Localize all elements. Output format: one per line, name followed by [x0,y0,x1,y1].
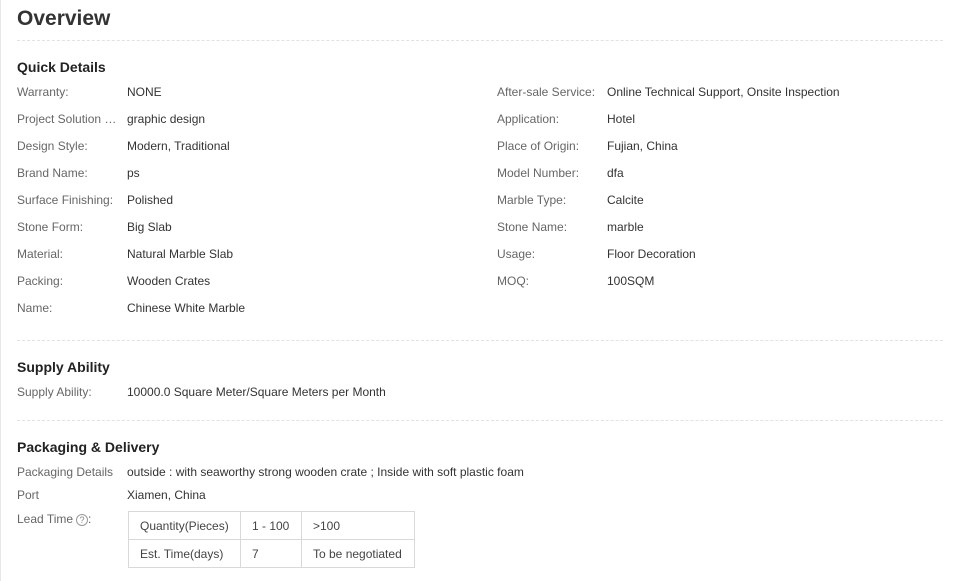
lead-time-colon: : [88,512,92,526]
lead-time-label: Lead Time [17,512,74,526]
detail-value: dfa [607,166,624,180]
detail-label: After-sale Service: [497,85,596,99]
detail-value: Hotel [607,112,636,126]
divider [17,420,943,421]
detail-label: Project Solution Ca... [17,112,125,126]
detail-value: 100SQM [607,274,655,288]
detail-label: MOQ: [497,274,529,288]
table-cell: Quantity(Pieces) [128,511,241,540]
detail-label: Stone Name: [497,220,568,234]
question-circle-icon[interactable]: ? [76,513,89,526]
detail-value: Fujian, China [607,139,678,153]
detail-value: ps [127,166,140,180]
quick-details-title: Quick Details [17,59,106,75]
table-cell: >100 [301,511,415,540]
divider [17,340,943,341]
detail-label: Name: [17,301,53,315]
detail-label: Surface Finishing: [17,193,114,207]
detail-value: Online Technical Support, Onsite Inspect… [607,85,840,99]
table-cell: Est. Time(days) [128,539,241,568]
detail-value: Xiamen, China [127,488,206,502]
packaging-delivery-title: Packaging & Delivery [17,439,160,455]
detail-value: Chinese White Marble [127,301,246,315]
detail-value: Polished [127,193,174,207]
table-cell: To be negotiated [301,539,415,568]
detail-value: Big Slab [127,220,172,234]
detail-label: Application: [497,112,560,126]
detail-label: Warranty: [17,85,69,99]
table-row: Quantity(Pieces) 1 - 100 >100 [128,511,415,540]
detail-label: Port [17,488,40,502]
detail-label: Stone Form: [17,220,84,234]
detail-value: outside : with seaworthy strong wooden c… [127,465,524,479]
detail-value: Natural Marble Slab [127,247,234,261]
detail-label: Packaging Details [17,465,114,479]
table-row: Est. Time(days) 7 To be negotiated [128,539,415,568]
detail-label: Supply Ability: [17,385,92,399]
detail-label: Material: [17,247,64,261]
detail-label: Marble Type: [497,193,567,207]
detail-label: Brand Name: [17,166,88,180]
detail-label: Packing: [17,274,64,288]
supply-ability-title: Supply Ability [17,359,110,375]
lead-time-table: Quantity(Pieces) 1 - 100 >100 Est. Time(… [128,511,415,568]
detail-value: Calcite [607,193,644,207]
detail-value: Floor Decoration [607,247,696,261]
table-cell: 7 [240,539,302,568]
overview-panel: Overview Quick Details Warranty: NONE Pr… [0,0,958,581]
lead-time-label-row: Lead Time?: [17,512,91,526]
detail-value: Modern, Traditional [127,139,230,153]
detail-value: marble [607,220,644,234]
detail-value: Wooden Crates [127,274,211,288]
detail-value: 10000.0 Square Meter/Square Meters per M… [127,385,386,399]
detail-label: Model Number: [497,166,580,180]
detail-label: Design Style: [17,139,88,153]
divider [17,40,943,41]
detail-value: graphic design [127,112,206,126]
detail-value: NONE [127,85,162,99]
page-title: Overview [17,7,111,30]
table-cell: 1 - 100 [240,511,302,540]
detail-label: Usage: [497,247,536,261]
detail-label: Place of Origin: [497,139,580,153]
